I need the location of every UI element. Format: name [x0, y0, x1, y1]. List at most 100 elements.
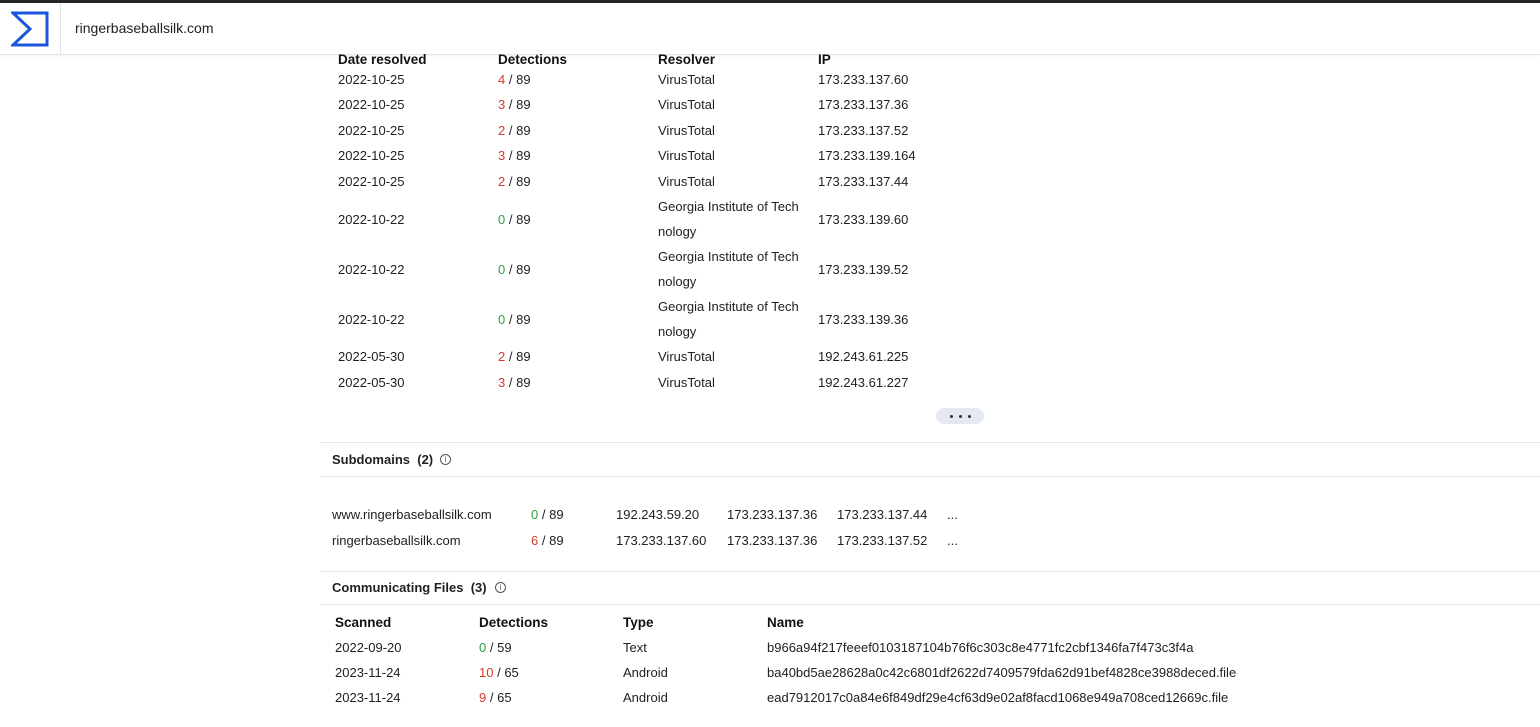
ip-address-link[interactable]: 173.233.139.60 [818, 212, 908, 227]
subdomains-title: Subdomains (2) [332, 452, 433, 467]
resolver-name: VirusTotal [658, 148, 715, 163]
resolution-date: 2022-10-25 [338, 174, 405, 189]
resolver-name-continued: nology [658, 274, 697, 289]
ip-address-link[interactable]: 173.233.137.36 [818, 97, 908, 112]
file-type: Android [623, 690, 668, 705]
resolver-name: VirusTotal [658, 97, 715, 112]
detection-count: 2 [498, 349, 506, 364]
home-logo[interactable] [0, 3, 61, 54]
detection-count: 2 [498, 174, 506, 189]
scanned-date: 2023-11-24 [335, 690, 401, 705]
communicating-files-count: (3) [470, 580, 487, 595]
section-divider [320, 442, 1540, 443]
section-divider [320, 604, 1540, 605]
resolution-date: 2022-10-25 [338, 123, 405, 138]
info-icon[interactable]: i [495, 582, 506, 593]
scanned-date: 2023-11-24 [335, 665, 401, 680]
detection-count: 6 [531, 533, 539, 548]
detection-count: 0 [498, 312, 506, 327]
ip-address-link[interactable]: 173.233.137.52 [837, 533, 927, 548]
ip-address-link[interactable]: 173.233.137.44 [818, 174, 908, 189]
resolution-date: 2022-10-25 [338, 72, 405, 87]
detections-cell: 3 / 89 [498, 375, 531, 390]
top-bar: ringerbaseballsilk.com [0, 3, 1540, 55]
detection-count: 3 [498, 148, 506, 163]
resolution-date: 2022-10-25 [338, 97, 405, 112]
resolver-name-continued: nology [658, 324, 697, 339]
detection-count: 2 [498, 123, 506, 138]
page-domain-title: ringerbaseballsilk.com [75, 20, 214, 36]
detections-cell: 9 / 65 [479, 690, 512, 705]
dot-icon [949, 414, 953, 418]
ip-address-link[interactable]: 173.233.139.164 [818, 148, 916, 163]
detection-count: 0 [531, 507, 539, 522]
more-ips-ellipsis: ... [947, 507, 958, 522]
dot-icon [967, 414, 971, 418]
ip-address-link[interactable]: 173.233.137.60 [818, 72, 908, 87]
detections-cell: 0 / 59 [479, 640, 512, 655]
file-name-link[interactable]: ead7912017c0a84e6f849df29e4cf63d9e02af8f… [767, 690, 1228, 705]
detection-total: / 89 [508, 212, 531, 227]
resolution-date: 2022-10-22 [338, 212, 405, 227]
resolver-name: Georgia Institute of Tech [658, 249, 799, 264]
subdomain-link[interactable]: www.ringerbaseballsilk.com [332, 507, 492, 522]
file-type: Text [623, 640, 647, 655]
detection-count: 10 [479, 665, 494, 680]
ip-address-link[interactable]: 173.233.139.52 [818, 262, 908, 277]
communicating-files-title: Communicating Files (3) [332, 580, 487, 595]
ip-address-link[interactable]: 192.243.61.225 [818, 349, 908, 364]
section-divider [320, 476, 1540, 477]
communicating-files-title-label: Communicating Files [332, 580, 464, 595]
resolution-date: 2022-05-30 [338, 375, 405, 390]
file-name-link[interactable]: ba40bd5ae28628a0c42c6801df2622d7409579fd… [767, 665, 1236, 680]
col-header-date-resolved: Date resolved [338, 52, 427, 67]
show-more-button[interactable] [936, 408, 984, 424]
detection-count: 3 [498, 97, 506, 112]
ip-address-link[interactable]: 192.243.59.20 [616, 507, 699, 522]
resolver-name: Georgia Institute of Tech [658, 299, 799, 314]
ip-address-link[interactable]: 192.243.61.227 [818, 375, 908, 390]
resolver-name: VirusTotal [658, 123, 715, 138]
detections-cell: 6 / 89 [531, 533, 564, 548]
resolver-name-continued: nology [658, 224, 697, 239]
ip-address-link[interactable]: 173.233.137.36 [727, 533, 817, 548]
detections-cell: 0 / 89 [498, 312, 531, 327]
col-header-type: Type [623, 615, 654, 630]
subdomains-title-label: Subdomains [332, 452, 411, 467]
detection-total: / 65 [489, 690, 512, 705]
ip-address-link[interactable]: 173.233.137.44 [837, 507, 927, 522]
detection-total: / 89 [541, 533, 564, 548]
subdomains-count: (2) [417, 452, 434, 467]
detections-cell: 0 / 89 [531, 507, 564, 522]
subdomain-link[interactable]: ringerbaseballsilk.com [332, 533, 461, 548]
detection-total: / 89 [508, 262, 531, 277]
ip-address-link[interactable]: 173.233.137.60 [616, 533, 706, 548]
resolver-name: VirusTotal [658, 375, 715, 390]
detection-total: / 89 [508, 349, 531, 364]
detection-count: 0 [498, 212, 506, 227]
more-ips-ellipsis: ... [947, 533, 958, 548]
info-icon[interactable]: i [440, 454, 451, 465]
detections-cell: 0 / 89 [498, 262, 531, 277]
detection-total: / 65 [497, 665, 519, 680]
ip-address-link[interactable]: 173.233.139.36 [818, 312, 908, 327]
file-name-link[interactable]: b966a94f217feeef0103187104b76f6c303c8e47… [767, 640, 1194, 655]
resolver-name: VirusTotal [658, 174, 715, 189]
detection-total: / 89 [508, 72, 531, 87]
ip-address-link[interactable]: 173.233.137.52 [818, 123, 908, 138]
detection-total: / 59 [489, 640, 512, 655]
detections-cell: 3 / 89 [498, 97, 531, 112]
resolution-date: 2022-10-22 [338, 262, 405, 277]
detections-cell: 2 / 89 [498, 123, 531, 138]
detection-total: / 89 [508, 148, 531, 163]
detection-total: / 89 [508, 375, 531, 390]
ip-address-link[interactable]: 173.233.137.36 [727, 507, 817, 522]
detection-count: 0 [498, 262, 506, 277]
detection-total: / 89 [508, 123, 531, 138]
resolver-name: VirusTotal [658, 349, 715, 364]
detection-total: / 89 [508, 97, 531, 112]
detection-total: / 89 [541, 507, 564, 522]
file-type: Android [623, 665, 668, 680]
detection-count: 3 [498, 375, 506, 390]
detection-total: / 89 [508, 174, 531, 189]
